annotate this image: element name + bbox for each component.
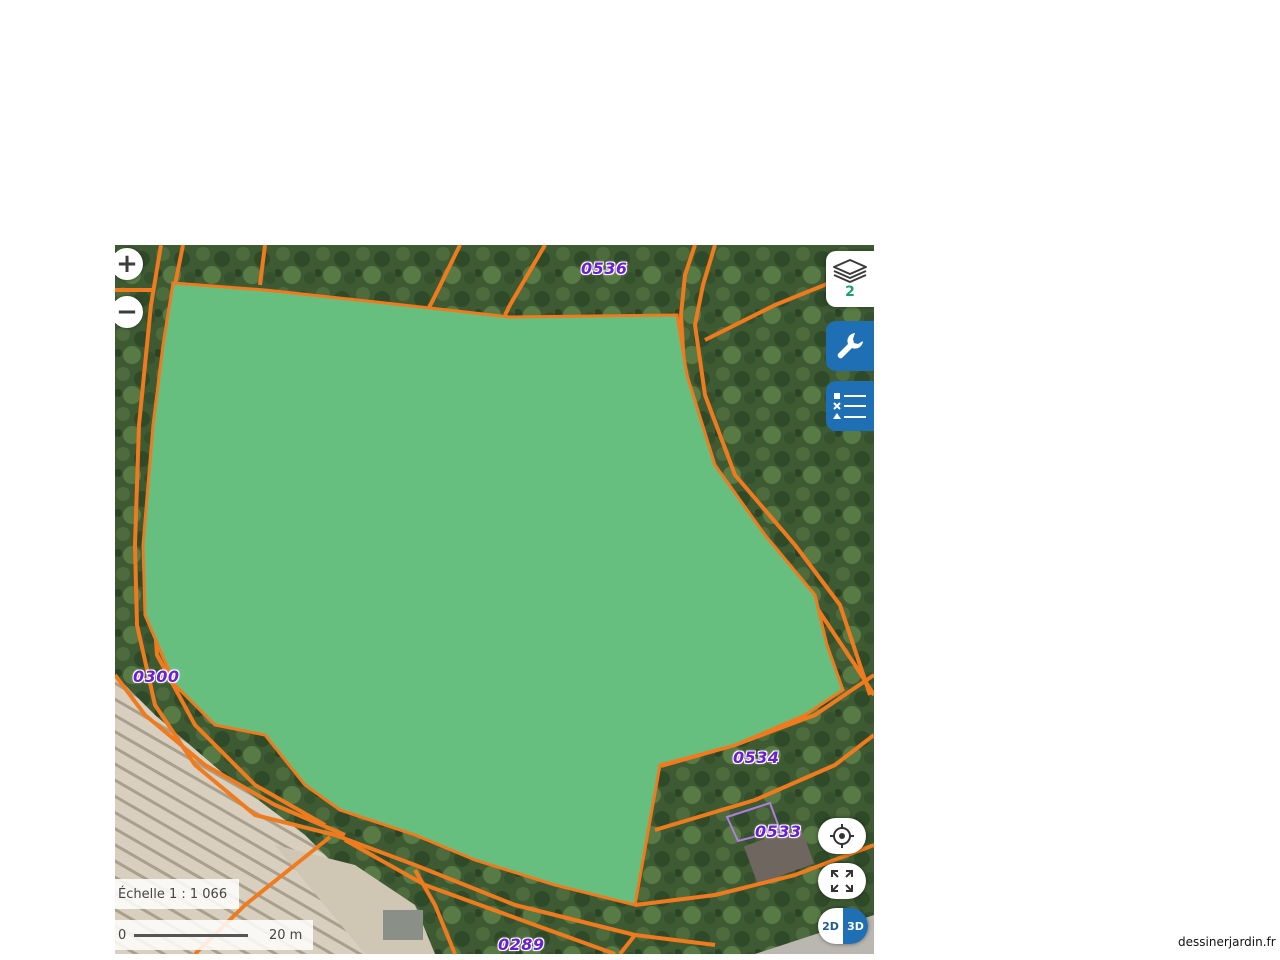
layers-count: 2 [845, 284, 855, 300]
scale-bar-line [134, 934, 248, 937]
map-viewport[interactable]: 0536 0300 0534 0533 0289 + − 2 2D 3D Éch… [115, 245, 874, 954]
zoom-in-label: + [116, 249, 138, 279]
tools-button[interactable] [826, 321, 874, 371]
legend-list-icon [833, 393, 866, 419]
scale-ratio: Échelle 1 : 1 066 [115, 879, 239, 909]
scale-bar: 0 20 m [115, 920, 313, 950]
zoom-out-label: − [116, 297, 138, 327]
parcel-label-0534: 0534 [733, 748, 780, 767]
wrench-icon [837, 333, 863, 359]
site-credit: dessinerjardin.fr [1178, 935, 1276, 949]
layers-button[interactable]: 2 [826, 251, 874, 307]
crosshair-locate-icon [830, 824, 854, 848]
view-mode-toggle[interactable]: 2D 3D [818, 908, 868, 944]
parcel-label-0536: 0536 [581, 259, 628, 278]
fullscreen-expand-icon [831, 870, 853, 892]
locate-button[interactable] [818, 818, 866, 854]
layers-icon [833, 259, 867, 283]
scale-bar-start: 0 [118, 928, 127, 943]
parcel-label-0300: 0300 [133, 667, 180, 686]
parcel-label-0289: 0289 [498, 935, 545, 954]
legend-button[interactable] [826, 381, 874, 431]
aerial-imagery [115, 245, 874, 954]
parcel-label-0533: 0533 [755, 822, 802, 841]
scale-bar-distance: 20 m [269, 928, 303, 943]
fullscreen-button[interactable] [818, 863, 866, 899]
